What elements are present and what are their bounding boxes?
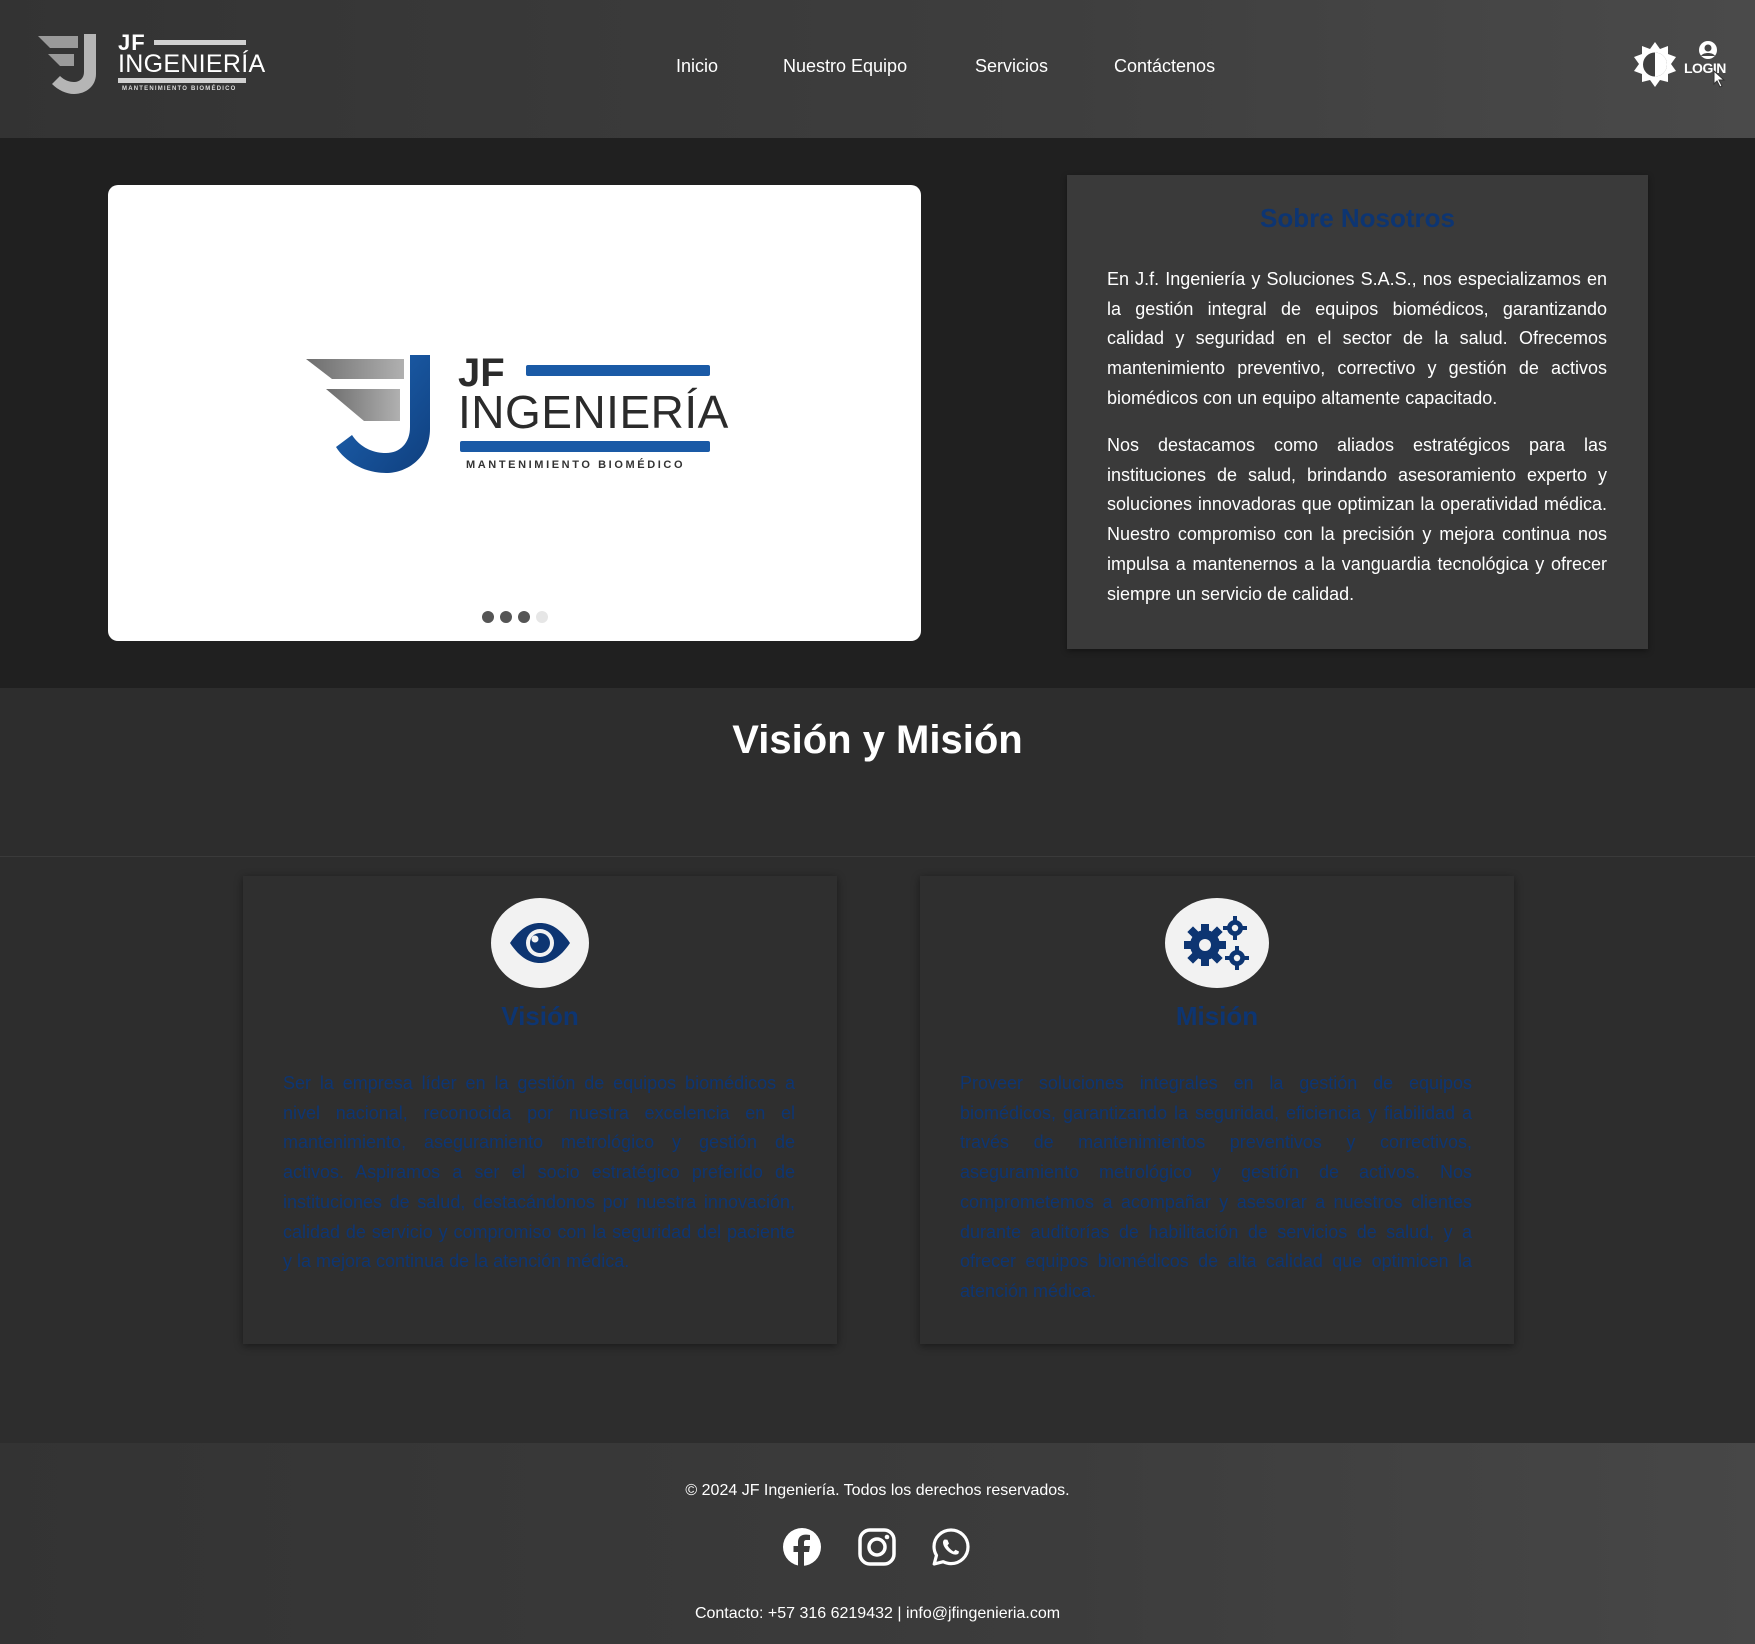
image-carousel[interactable]: JF INGENIERÍA MANTENIMIENTO BIOMÉDICO	[108, 185, 921, 641]
footer-copyright: © 2024 JF Ingeniería. Todos los derechos…	[685, 1482, 1070, 1499]
vision-title: Visión	[501, 1001, 579, 1031]
nav-inicio[interactable]: Inicio	[676, 56, 718, 77]
carousel-logo-tagline: MANTENIMIENTO BIOMÉDICO	[466, 459, 686, 471]
carousel-logo-bar-top	[526, 365, 710, 376]
theme-toggle-button[interactable]	[1630, 40, 1680, 90]
nav-contactenos[interactable]: Contáctenos	[1114, 56, 1215, 77]
section-title: Visión y Misión	[732, 718, 1023, 762]
hero-section: JF INGENIERÍA MANTENIMIENTO BIOMÉDICO So…	[0, 138, 1755, 688]
instagram-link[interactable]	[857, 1527, 897, 1567]
facebook-icon	[783, 1528, 821, 1566]
carousel-logo-bar-bottom	[460, 441, 710, 452]
mision-icon-badge	[1165, 898, 1269, 988]
vision-icon-badge	[491, 898, 589, 988]
site-footer: © 2024 JF Ingeniería. Todos los derechos…	[0, 1443, 1755, 1644]
mision-title: Misión	[1175, 1001, 1259, 1031]
carousel-dot[interactable]	[535, 611, 548, 623]
vision-text: Ser la empresa líder en la gestión de eq…	[283, 1073, 795, 1272]
carousel-dot[interactable]	[499, 611, 512, 623]
about-paragraph: En J.f. Ingeniería y Soluciones S.A.S., …	[1107, 269, 1607, 408]
nav-nuestro-equipo[interactable]: Nuestro Equipo	[783, 56, 907, 77]
main-nav: Inicio Nuestro Equipo Servicios Contácte…	[0, 56, 1755, 82]
login-button[interactable]: LOGIN	[1682, 40, 1734, 90]
user-icon	[1699, 41, 1717, 59]
about-title: Sobre Nosotros	[1259, 203, 1456, 233]
facebook-link[interactable]	[782, 1527, 822, 1567]
footer-contact: Contacto: +57 316 6219432 | info@jfingen…	[694, 1605, 1061, 1622]
eye-icon	[510, 923, 570, 963]
carousel-logo-name: INGENIERÍA	[458, 386, 729, 438]
logo-bar-top	[154, 40, 246, 45]
theme-toggle-icon	[1634, 42, 1676, 87]
section-divider	[0, 856, 1755, 857]
carousel-logo: JF INGENIERÍA MANTENIMIENTO BIOMÉDICO	[304, 351, 728, 478]
vision-mision-section: Visión y Misión Visión Ser la empresa lí…	[0, 688, 1755, 1443]
mision-text: Proveer soluciones integrales en la gest…	[960, 1073, 1472, 1301]
carousel-dot[interactable]	[517, 611, 530, 623]
logo-tagline: MANTENIMIENTO BIOMÉDICO	[122, 86, 237, 92]
carousel-dot[interactable]	[481, 611, 494, 623]
nav-servicios[interactable]: Servicios	[975, 56, 1048, 77]
whatsapp-link[interactable]	[931, 1527, 971, 1567]
mision-card: Misión Proveer soluciones integrales en …	[920, 876, 1514, 1344]
gears-icon	[1184, 916, 1249, 970]
whatsapp-icon	[932, 1528, 970, 1566]
vision-card: Visión Ser la empresa líder en la gestió…	[243, 876, 837, 1344]
instagram-icon	[858, 1528, 896, 1566]
about-paragraph: Nos destacamos como aliados estratégicos…	[1107, 435, 1607, 604]
site-header: JF INGENIERÍA MANTENIMIENTO BIOMÉDICO In…	[0, 0, 1755, 138]
carousel-indicators	[108, 610, 921, 624]
about-card: Sobre Nosotros En J.f. Ingeniería y Solu…	[1067, 175, 1648, 649]
jf-logo-mark-icon	[306, 355, 430, 473]
cursor-icon	[1713, 70, 1726, 88]
